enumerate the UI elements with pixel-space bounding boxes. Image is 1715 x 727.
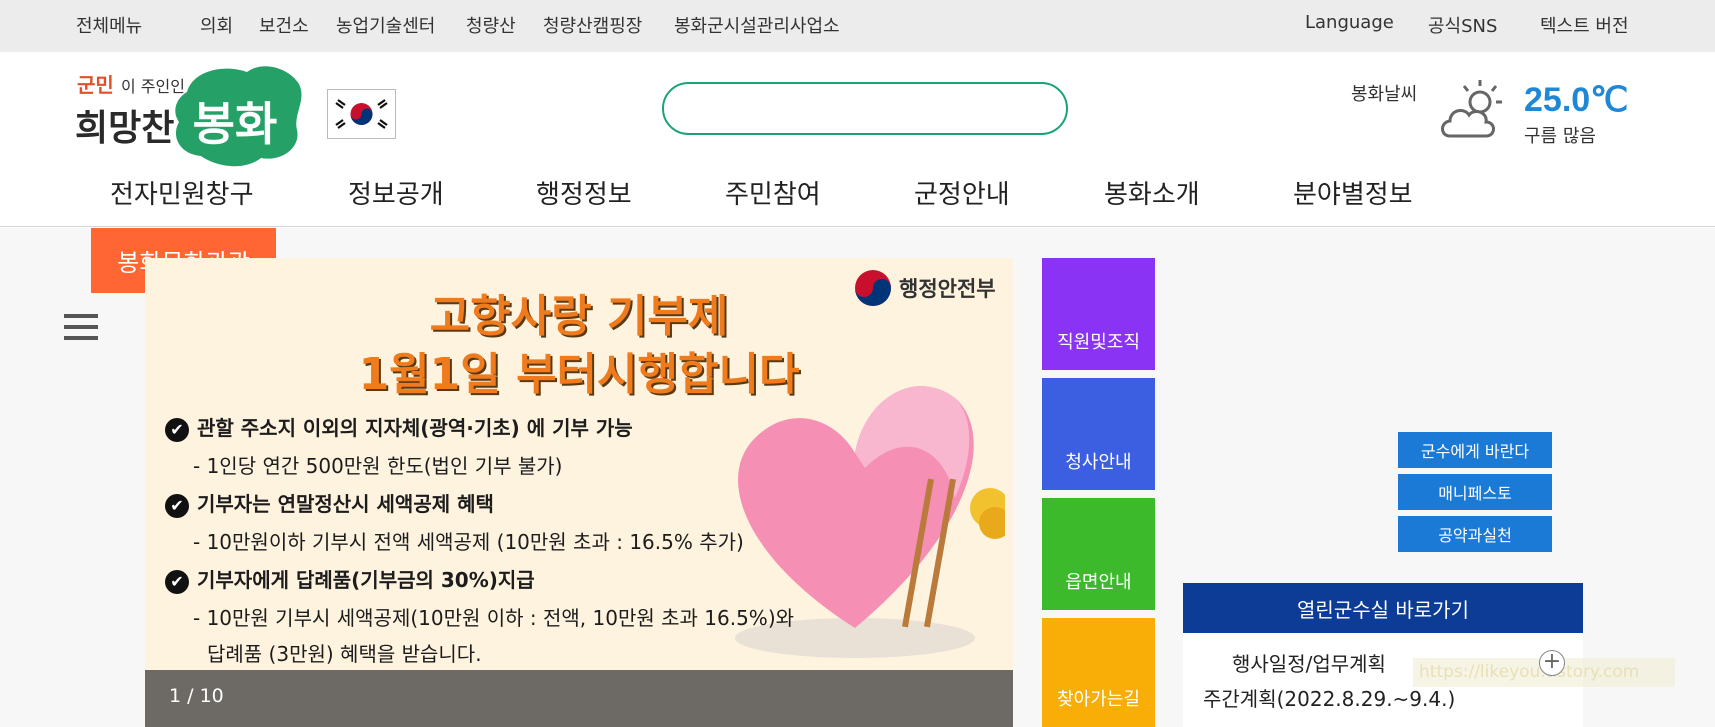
bonghwa-logo-icon: 봉화 군민 이 주인인 희망찬 — [75, 66, 302, 167]
hamburger-menu-icon[interactable] — [64, 314, 98, 340]
banner-line-5: ✔ 기부자에게 답례품(기부금의 30%)지급 — [165, 564, 535, 594]
banner-line-7: 답례품 (3만원) 혜택을 받습니다. — [207, 642, 482, 666]
plus-icon[interactable]: + — [1539, 650, 1565, 676]
site-header: 봉화 군민 이 주인인 희망찬 봉화날씨 25.0℃ 구름 많음 전자민원창구 … — [0, 52, 1715, 227]
topbar-link-council[interactable]: 의회 — [200, 12, 233, 38]
text-version-link[interactable]: 텍스트 버전 — [1540, 12, 1629, 38]
topbar-link-cheongnyangsan[interactable]: 청량산 — [466, 12, 516, 38]
topbar-link-facility-corp[interactable]: 봉화군시설관리사업소 — [674, 12, 840, 38]
topbar-link-health-center[interactable]: 보건소 — [259, 12, 309, 38]
open-room-panel: 행사일정/업무계획 https://likeyou.tistory.com + … — [1183, 633, 1675, 727]
topbar-link-camping[interactable]: 청량산캠핑장 — [543, 12, 642, 38]
topbar-link-agri-center[interactable]: 농업기술센터 — [336, 12, 435, 38]
svg-text:이 주인인: 이 주인인 — [121, 77, 185, 96]
all-menu-link[interactable]: 전체메뉴 — [76, 12, 142, 38]
top-utility-bar: 전체메뉴 의회 보건소 농업기술센터 청량산 청량산캠핑장 봉화군시설관리사업소… — [0, 0, 1715, 52]
search-input[interactable] — [662, 82, 1068, 135]
banner-line-1: ✔ 관할 주소지 이외의 지자체(광역·기초) 에 기부 가능 — [165, 412, 633, 442]
tile-town-guide[interactable]: 읍면안내 — [1042, 498, 1155, 610]
slide-counter-bar: 1 / 10 — [145, 670, 1013, 727]
open-governor-office-button[interactable]: 열린군수실 바로가기 — [1183, 583, 1583, 633]
tile-staff-organization[interactable]: 직원및조직 — [1042, 258, 1155, 370]
banner-line-4: - 10만원이하 기부시 전액 세액공제 (10만원 초과 : 16.5% 추가… — [193, 530, 744, 554]
ask-governor-button[interactable]: 군수에게 바란다 — [1398, 432, 1552, 468]
gnb-item-participation[interactable]: 주민참여 — [725, 174, 821, 211]
banner-line-3: ✔ 기부자는 연말정산시 세액공제 혜택 — [165, 488, 494, 518]
check-icon: ✔ — [165, 569, 189, 594]
svg-text:봉화: 봉화 — [193, 97, 278, 151]
gnb-item-about-bonghwa[interactable]: 봉화소개 — [1104, 174, 1200, 211]
main-banner[interactable]: 행정안전부 고향사랑 기부제 1월1일 부터시행합니다 ✔ 관할 주소지 이외의 … — [145, 258, 1013, 727]
weather-label: 봉화날씨 — [1351, 84, 1418, 105]
gnb-item-county-guide[interactable]: 군정안내 — [914, 174, 1010, 211]
cloudy-sun-icon — [1436, 74, 1508, 144]
banner-line-2: - 1인당 연간 500만원 한도(법인 기부 불가) — [193, 454, 563, 478]
language-link[interactable]: Language — [1305, 12, 1394, 33]
slide-counter: 1 / 10 — [169, 685, 224, 707]
gnb-item-field-info[interactable]: 분야별정보 — [1293, 174, 1413, 211]
banner-title-line1: 고향사랑 기부제 — [429, 291, 729, 342]
tile-directions[interactable]: 찾아가는길 — [1042, 618, 1155, 727]
weekly-plan-link[interactable]: 주간계획(2022.8.29.~9.4.) — [1203, 683, 1455, 712]
svg-text:군민: 군민 — [77, 73, 114, 97]
check-icon: ✔ — [165, 417, 189, 442]
gnb-item-info-disclosure[interactable]: 정보공개 — [348, 174, 444, 211]
banner-line-6: - 10만원 기부시 세액공제(10만원 이하 : 전액, 10만원 초과 16… — [193, 606, 795, 630]
gnb-item-civil-service[interactable]: 전자민원창구 — [110, 174, 254, 211]
site-logo[interactable]: 봉화 군민 이 주인인 희망찬 — [75, 62, 305, 172]
official-sns-link[interactable]: 공식SNS — [1428, 12, 1497, 38]
korea-flag-icon[interactable] — [327, 89, 396, 139]
weather-condition: 구름 많음 — [1524, 126, 1596, 147]
check-icon: ✔ — [165, 493, 189, 518]
temperature-value: 25.0℃ — [1524, 81, 1629, 119]
pledge-practice-button[interactable]: 공약과실천 — [1398, 516, 1552, 552]
schedule-label: 행사일정/업무계획 — [1232, 652, 1386, 676]
svg-text:희망찬: 희망찬 — [75, 108, 174, 149]
tile-office-guide[interactable]: 청사안내 — [1042, 378, 1155, 490]
manifesto-button[interactable]: 매니페스토 — [1398, 474, 1552, 510]
gnb-item-admin-info[interactable]: 행정정보 — [536, 174, 632, 211]
